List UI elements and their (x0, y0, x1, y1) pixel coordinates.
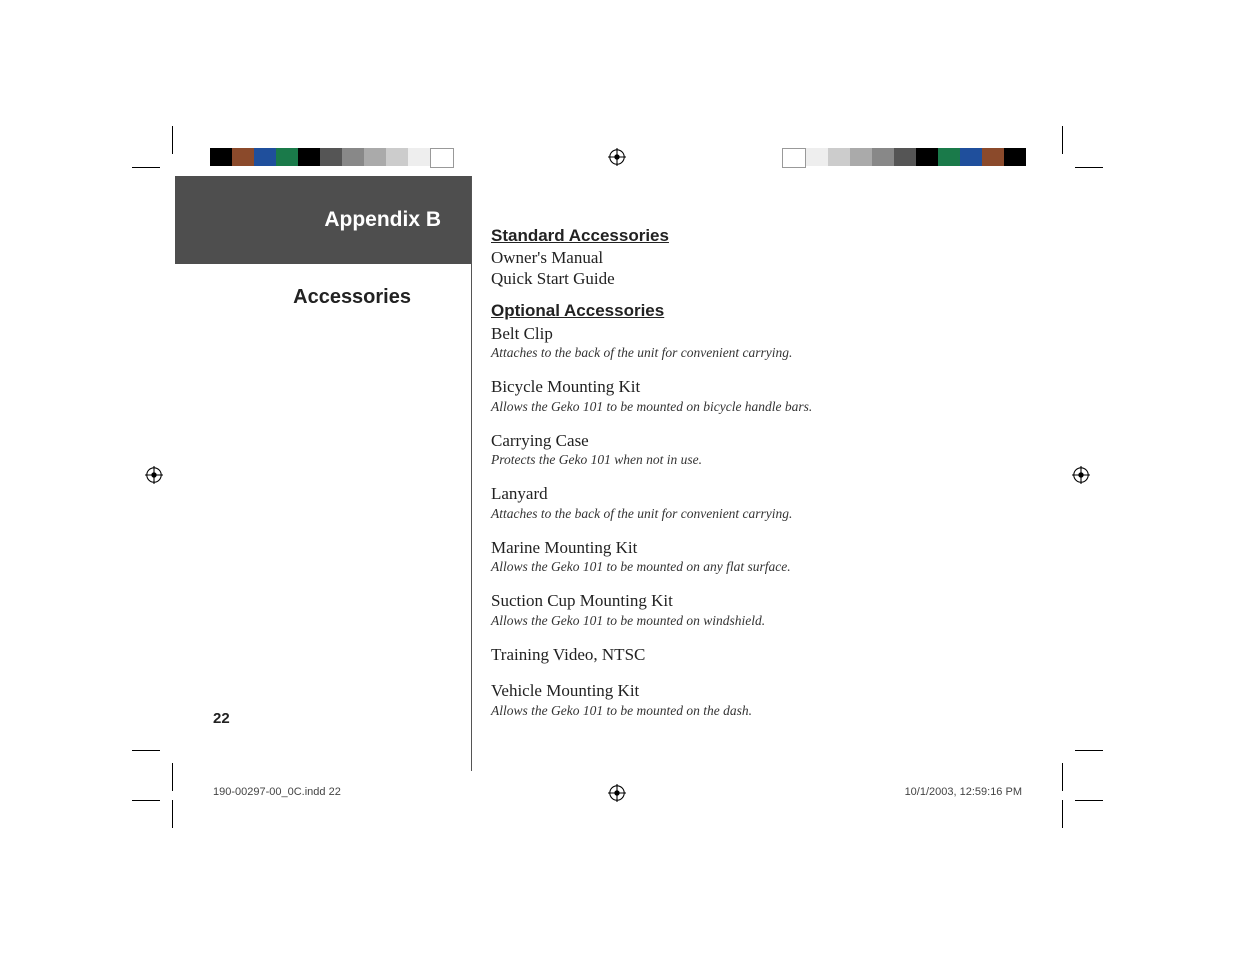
color-swatch (386, 148, 408, 166)
color-swatch (982, 148, 1004, 166)
column-divider (471, 176, 472, 771)
color-swatch (960, 148, 982, 166)
color-swatch (342, 148, 364, 166)
color-swatch (298, 148, 320, 166)
color-swatch (916, 148, 938, 166)
color-swatch (408, 148, 430, 166)
color-swatch (806, 148, 828, 166)
crop-mark (172, 126, 173, 154)
crop-mark (132, 167, 160, 168)
color-swatch (276, 148, 298, 166)
slug-file: 190-00297-00_0C.indd 22 (213, 786, 341, 798)
registration-mark-icon (145, 466, 163, 484)
color-swatch (938, 148, 960, 166)
crop-mark (1075, 750, 1103, 751)
appendix-header: Appendix B (175, 176, 471, 264)
registration-mark-icon (608, 148, 626, 166)
crop-mark (1062, 763, 1063, 791)
optional-item-desc: Protects the Geko 101 when not in use. (491, 452, 1031, 468)
optional-item: Marine Mounting Kit (491, 538, 1031, 558)
color-swatch (1004, 148, 1026, 166)
color-swatch (232, 148, 254, 166)
left-column: Appendix B Accessories (175, 176, 471, 776)
color-swatch (210, 148, 232, 166)
optional-item: Suction Cup Mounting Kit (491, 591, 1031, 611)
optional-item: Belt Clip (491, 324, 1031, 344)
color-swatch (828, 148, 850, 166)
color-swatch (430, 148, 454, 168)
optional-item-desc: Allows the Geko 101 to be mounted on the… (491, 703, 1031, 719)
crop-mark (1062, 800, 1063, 828)
crop-mark (132, 750, 160, 751)
page-content: Appendix B Accessories Standard Accessor… (175, 176, 1035, 776)
optional-item: Vehicle Mounting Kit (491, 681, 1031, 701)
optional-item: Carrying Case (491, 431, 1031, 451)
registration-mark-icon (608, 784, 626, 802)
optional-item-desc: Allows the Geko 101 to be mounted on bic… (491, 399, 1031, 415)
section-title: Accessories (175, 286, 471, 309)
optional-item: Lanyard (491, 484, 1031, 504)
optional-item-desc: Attaches to the back of the unit for con… (491, 345, 1031, 361)
color-swatch (872, 148, 894, 166)
crop-mark (1075, 800, 1103, 801)
color-swatch (254, 148, 276, 166)
optional-heading: Optional Accessories (491, 301, 1031, 321)
crop-mark (172, 800, 173, 828)
slug-timestamp: 10/1/2003, 12:59:16 PM (905, 786, 1022, 798)
crop-mark (1075, 167, 1103, 168)
standard-heading: Standard Accessories (491, 226, 1031, 246)
color-swatch (894, 148, 916, 166)
color-swatch-strip (782, 148, 1026, 166)
color-swatch (320, 148, 342, 166)
standard-item: Owner's Manual (491, 248, 1031, 268)
crop-mark (132, 800, 160, 801)
appendix-label: Appendix B (324, 208, 441, 232)
color-swatch-strip (210, 148, 454, 166)
registration-mark-icon (1072, 466, 1090, 484)
optional-item: Bicycle Mounting Kit (491, 377, 1031, 397)
crop-mark (1062, 126, 1063, 154)
page-number: 22 (213, 710, 230, 727)
color-swatch (364, 148, 386, 166)
optional-item-desc: Allows the Geko 101 to be mounted on win… (491, 613, 1031, 629)
optional-item-desc: Allows the Geko 101 to be mounted on any… (491, 559, 1031, 575)
right-column: Standard Accessories Owner's Manual Quic… (491, 176, 1031, 776)
color-swatch (782, 148, 806, 168)
color-swatch (850, 148, 872, 166)
crop-mark (172, 763, 173, 791)
optional-item-desc: Attaches to the back of the unit for con… (491, 506, 1031, 522)
optional-item: Training Video, NTSC (491, 645, 1031, 665)
standard-item: Quick Start Guide (491, 269, 1031, 289)
